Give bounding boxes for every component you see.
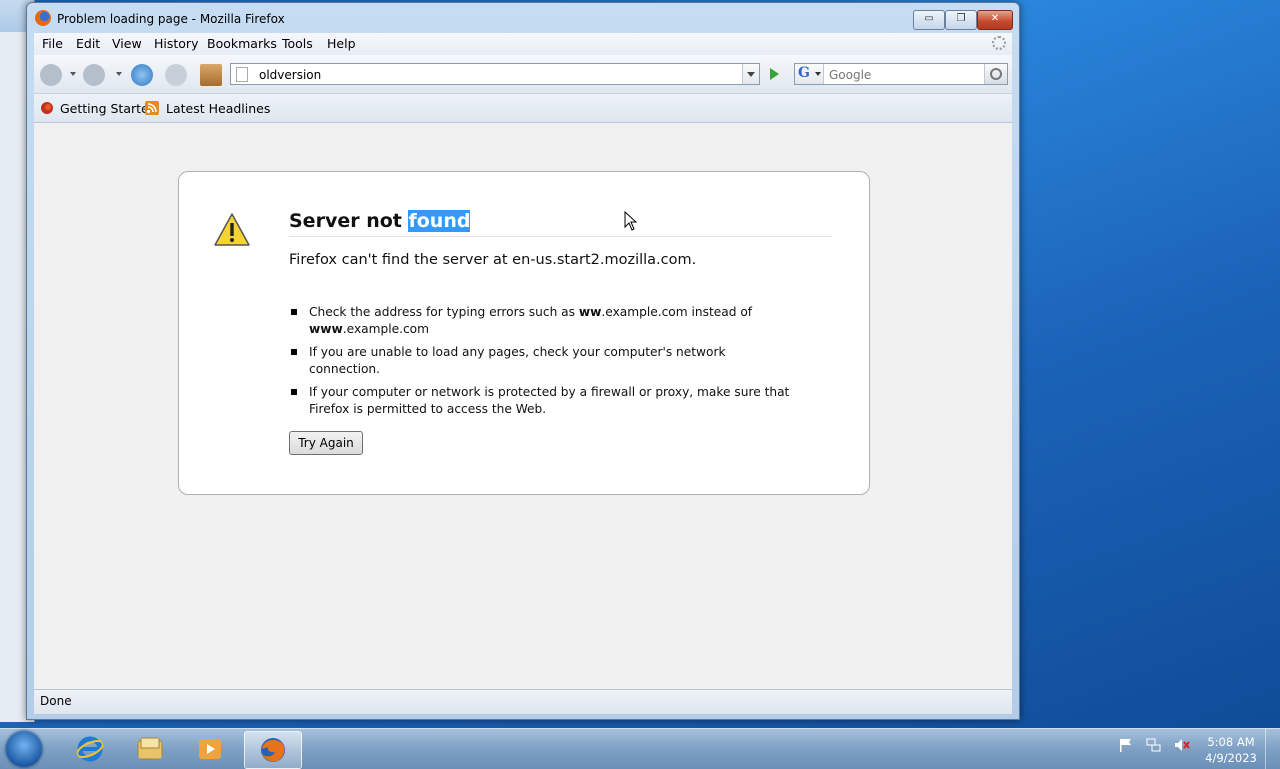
chevron-down-icon	[747, 72, 755, 77]
firefox-icon	[35, 10, 51, 26]
network-icon[interactable]	[1146, 737, 1162, 753]
go-arrow-icon	[770, 68, 779, 80]
page-content: Server not found Firefox can't find the …	[34, 123, 1012, 689]
error-message: Firefox can't find the server at en-us.s…	[289, 252, 697, 268]
bookmark-getting-started[interactable]: Getting Started	[60, 101, 157, 116]
firefox-bookmark-icon	[41, 102, 53, 114]
menu-tools[interactable]: Tools	[282, 36, 313, 51]
url-bar[interactable]	[230, 63, 760, 85]
close-button[interactable]: ✕	[977, 10, 1013, 30]
url-input[interactable]	[257, 65, 741, 84]
window-title: Problem loading page - Mozilla Firefox	[57, 12, 285, 26]
status-bar: Done	[34, 689, 1012, 714]
throbber-icon	[992, 36, 1006, 50]
stop-icon[interactable]	[165, 64, 187, 86]
google-icon: G	[798, 65, 810, 81]
status-text: Done	[40, 694, 72, 708]
back-history-chevron-icon[interactable]	[70, 72, 76, 76]
warning-icon	[214, 213, 250, 246]
error-title-text: Server not	[289, 210, 409, 232]
maximize-button[interactable]: ❐	[945, 10, 977, 30]
suggestion-item: Check the address for typing errors such…	[291, 304, 791, 338]
menu-bookmarks[interactable]: Bookmarks	[207, 36, 277, 51]
suggestion-item: If you are unable to load any pages, che…	[291, 344, 791, 378]
action-center-flag-icon[interactable]	[1118, 737, 1134, 753]
clock-date: 4/9/2023	[1205, 751, 1257, 765]
menu-view[interactable]: View	[112, 36, 142, 51]
volume-muted-icon[interactable]	[1174, 737, 1190, 753]
clock[interactable]: 5:08 AM 4/9/2023	[1196, 734, 1266, 766]
taskbar-media-player[interactable]	[182, 731, 238, 767]
error-title: Server not found	[289, 210, 832, 237]
browser-client: File Edit View History Bookmarks Tools H…	[34, 33, 1012, 714]
show-desktop-button[interactable]	[1265, 729, 1280, 769]
error-box: Server not found Firefox can't find the …	[178, 171, 870, 495]
suggestion-item: If your computer or network is protected…	[291, 384, 791, 418]
start-button[interactable]	[6, 731, 42, 767]
error-suggestions: Check the address for typing errors such…	[291, 304, 791, 424]
firefox-icon	[261, 738, 285, 762]
internet-explorer-icon	[76, 736, 104, 762]
menu-bar: File Edit View History Bookmarks Tools H…	[34, 33, 1012, 55]
search-input[interactable]	[827, 65, 981, 84]
taskbar-firefox[interactable]	[244, 731, 302, 769]
taskbar-internet-explorer[interactable]	[62, 731, 118, 767]
page-icon	[236, 67, 248, 82]
navigation-toolbar: G	[34, 55, 1012, 94]
clock-time: 5:08 AM	[1207, 735, 1255, 749]
bookmarks-toolbar: Getting Started Latest Headlines	[34, 94, 1012, 123]
menu-edit[interactable]: Edit	[76, 36, 100, 51]
menu-help[interactable]: Help	[327, 36, 356, 51]
bookmark-latest-headlines[interactable]: Latest Headlines	[166, 101, 270, 116]
back-arrow-icon[interactable]	[40, 64, 62, 86]
forward-arrow-icon[interactable]	[83, 64, 105, 86]
chevron-down-icon	[815, 72, 821, 76]
go-button[interactable]	[765, 65, 783, 83]
title-bar[interactable]: Problem loading page - Mozilla Firefox ▭…	[27, 3, 1019, 33]
search-engine-selector[interactable]: G	[795, 64, 824, 84]
minimize-button[interactable]: ▭	[913, 10, 945, 30]
reload-icon[interactable]	[131, 64, 153, 86]
forward-history-chevron-icon[interactable]	[116, 72, 122, 76]
url-dropdown-button[interactable]	[742, 64, 759, 84]
magnifier-icon	[990, 68, 1002, 80]
mouse-cursor-icon	[624, 211, 638, 231]
menu-history[interactable]: History	[154, 36, 198, 51]
menu-file[interactable]: File	[42, 36, 63, 51]
home-icon[interactable]	[200, 64, 222, 86]
taskbar: 5:08 AM 4/9/2023	[0, 728, 1280, 769]
rss-icon	[145, 101, 159, 115]
firefox-window: Problem loading page - Mozilla Firefox ▭…	[26, 2, 1020, 720]
windows-explorer-icon	[137, 737, 163, 760]
media-player-icon	[199, 739, 221, 759]
search-bar: G	[794, 63, 1008, 85]
try-again-button[interactable]: Try Again	[289, 431, 363, 455]
selected-text: found	[408, 210, 471, 232]
search-button[interactable]	[984, 64, 1007, 84]
system-tray	[1118, 737, 1190, 756]
taskbar-windows-explorer[interactable]	[122, 731, 178, 767]
